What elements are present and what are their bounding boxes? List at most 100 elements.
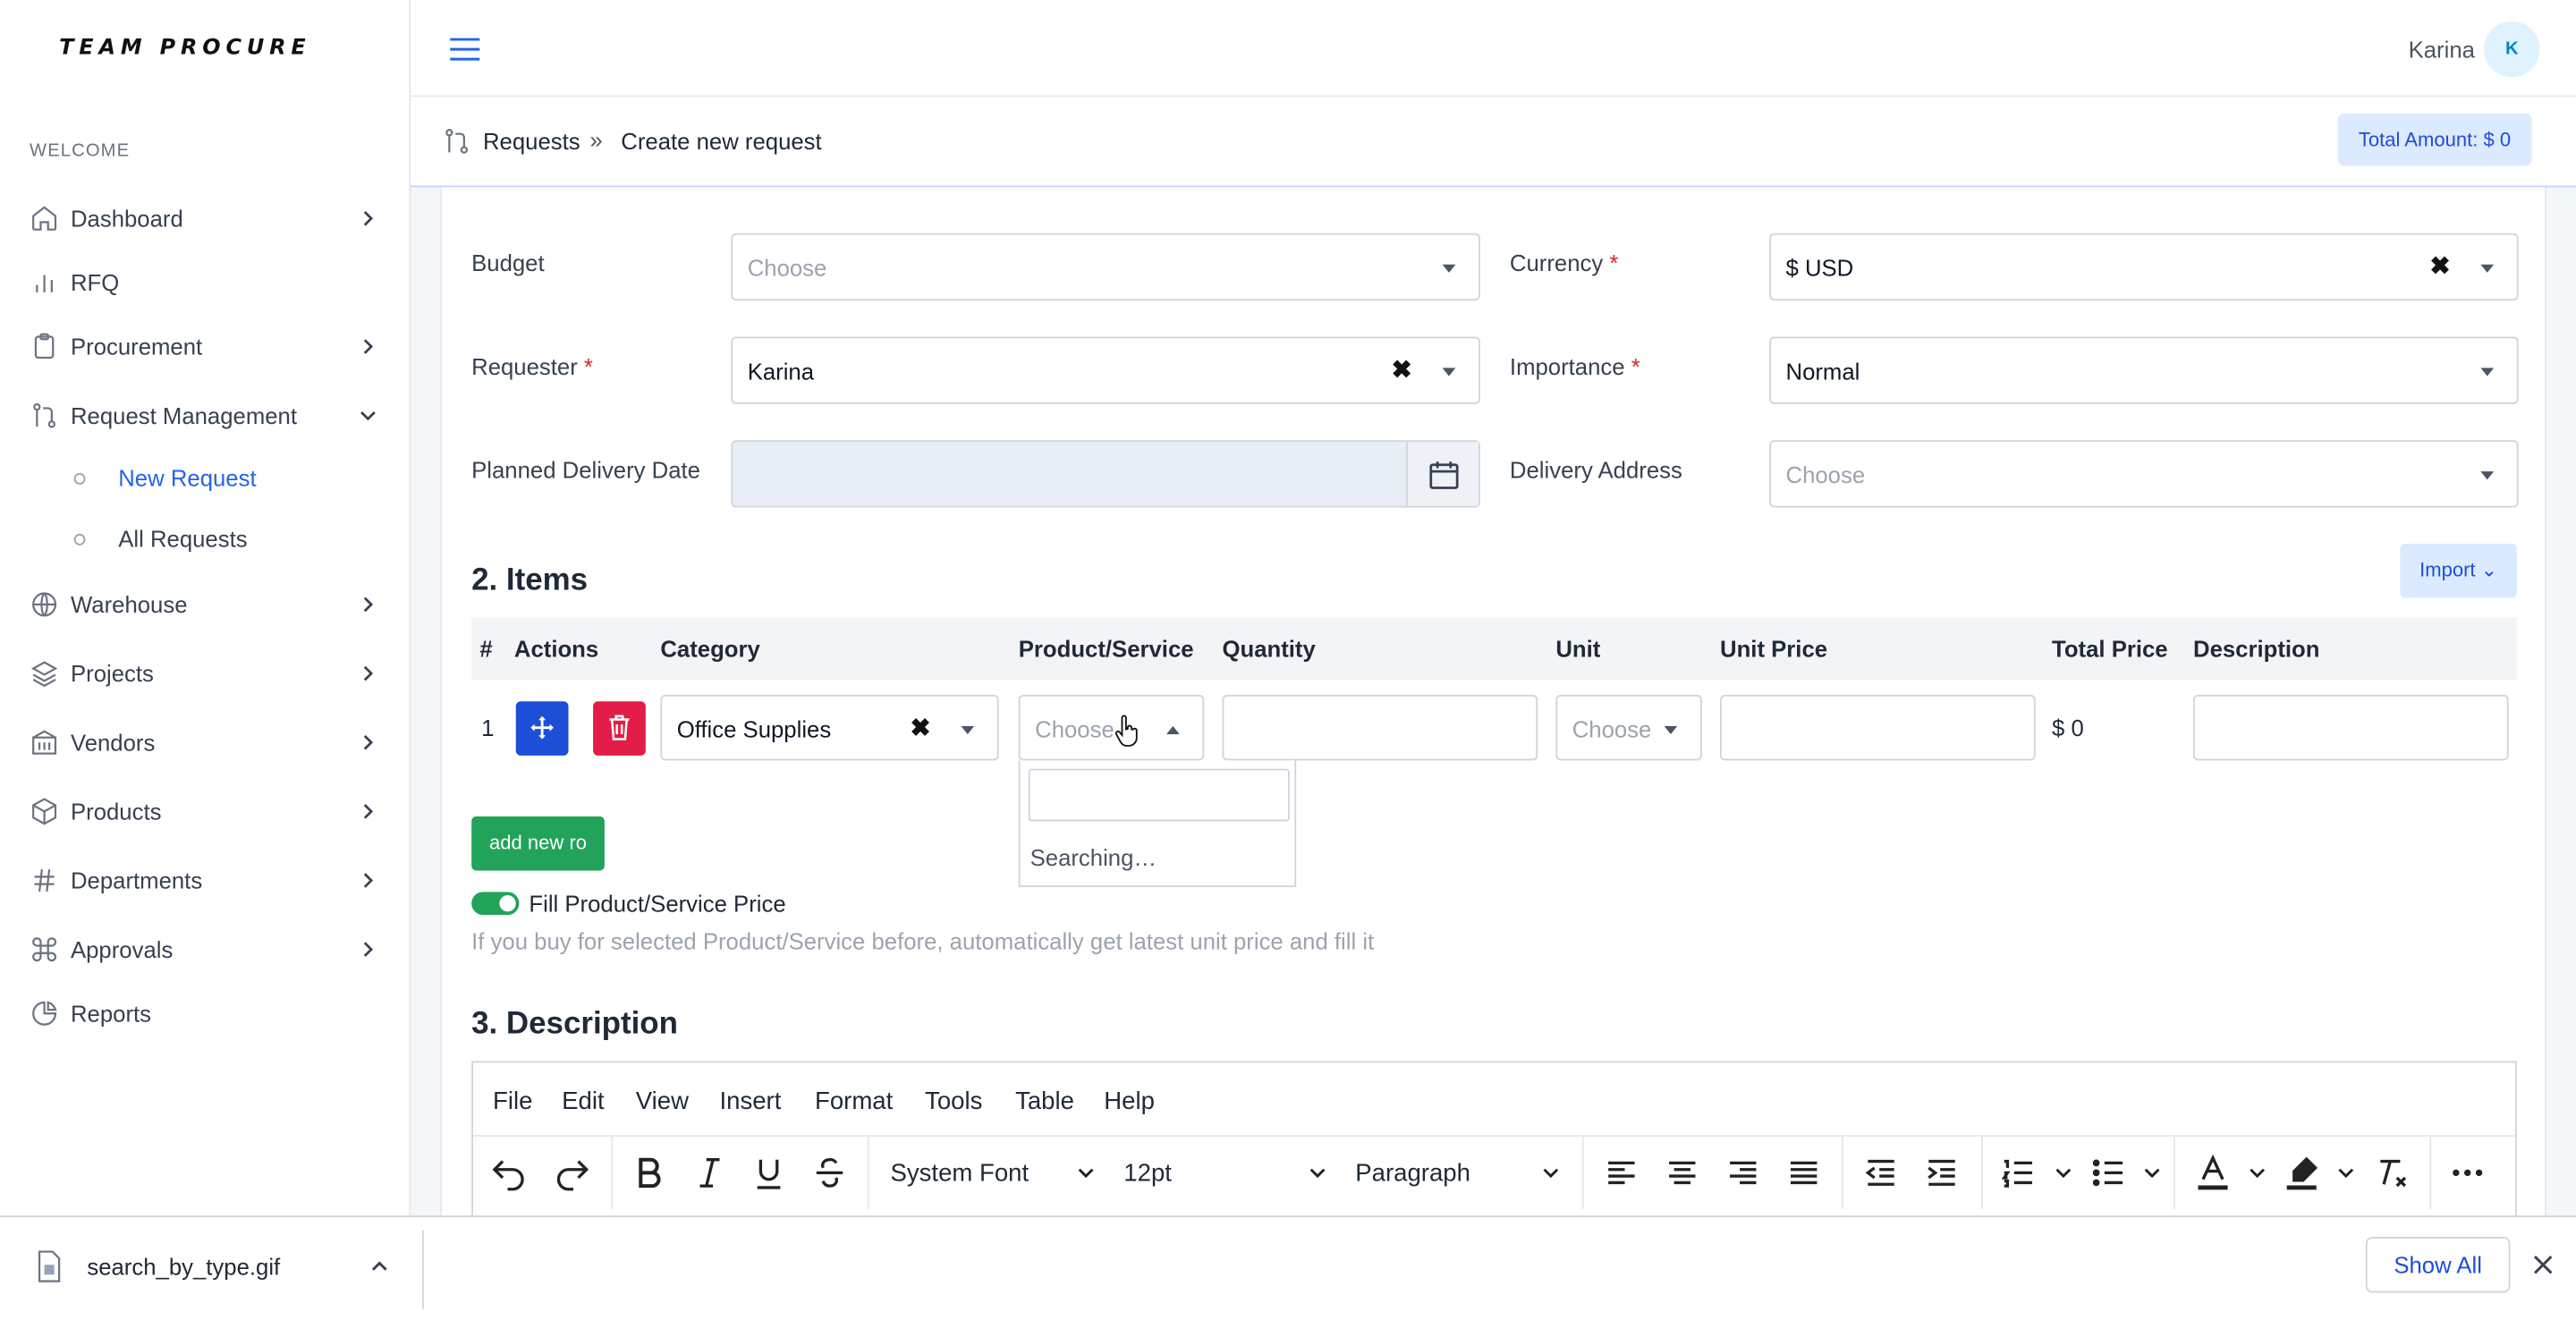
editor-toolbar: System Font 12pt Paragraph — [472, 1135, 2515, 1209]
sidebar-subitem-all-requests[interactable]: All Requests — [0, 520, 411, 560]
bullet-list-icon[interactable] — [2088, 1153, 2127, 1192]
font-family-select[interactable]: System Font — [890, 1160, 1029, 1188]
sidebar-item-dashboard[interactable]: Dashboard — [0, 194, 411, 243]
budget-label: Budget — [471, 250, 545, 276]
delivery-address-select[interactable]: Choose — [1769, 440, 2519, 508]
text-color-icon[interactable] — [2193, 1153, 2233, 1192]
unit-select[interactable]: Choose — [1555, 694, 1702, 761]
caret-down-icon — [961, 725, 975, 735]
budget-select[interactable]: Choose — [731, 233, 1480, 301]
clear-icon[interactable]: ✖ — [1392, 355, 1412, 385]
avatar[interactable]: K — [2484, 21, 2540, 78]
sidebar-item-label: Request Management — [70, 402, 298, 429]
breadcrumb-parent-link[interactable]: Requests — [483, 128, 580, 154]
caret-down-icon — [2480, 471, 2495, 480]
chevron-down-icon[interactable] — [2248, 1163, 2267, 1182]
clear-icon[interactable]: ✖ — [2429, 251, 2450, 281]
app-logo[interactable]: TEAM PROCURE — [59, 36, 310, 61]
menu-tools[interactable]: Tools — [925, 1087, 982, 1115]
product-search-input[interactable] — [1028, 768, 1290, 822]
sidebar-item-reports[interactable]: Reports — [0, 989, 411, 1038]
total-amount-badge[interactable]: Total Amount: $ 0 — [2337, 113, 2532, 166]
toolbar-divider — [1581, 1136, 1584, 1209]
sidebar-item-request-management[interactable]: Request Management — [0, 391, 411, 440]
importance-select[interactable]: Normal — [1769, 336, 2519, 404]
strikethrough-icon[interactable] — [809, 1153, 849, 1192]
sidebar-item-products[interactable]: Products — [0, 787, 411, 836]
unit-price-input[interactable] — [1720, 694, 2036, 761]
chevron-up-icon[interactable] — [369, 1257, 389, 1276]
column-header: Total Price — [2052, 635, 2168, 663]
font-size-select[interactable]: 12pt — [1123, 1160, 1172, 1188]
toolbar-divider — [2173, 1136, 2175, 1209]
sidebar-item-vendors[interactable]: Vendors — [0, 718, 411, 767]
sidebar-item-procurement[interactable]: Procurement — [0, 322, 411, 371]
import-button[interactable]: Import ⌄ — [2400, 543, 2517, 598]
calendar-button[interactable] — [1406, 442, 1479, 506]
menu-format[interactable]: Format — [815, 1087, 893, 1115]
importance-label: Importance * — [1509, 352, 1640, 380]
italic-icon[interactable] — [690, 1153, 729, 1192]
delivery-date-input[interactable] — [731, 440, 1480, 508]
category-select[interactable]: Office Supplies ✖ — [660, 694, 999, 761]
sidebar-subitem-new-request[interactable]: New Request — [0, 460, 411, 499]
home-icon — [32, 206, 57, 231]
menu-table[interactable]: Table — [1015, 1087, 1074, 1115]
items-section-title: 2. Items — [471, 563, 589, 598]
align-left-icon[interactable] — [1602, 1153, 1641, 1192]
outdent-icon[interactable] — [1861, 1153, 1901, 1192]
menu-view[interactable]: View — [636, 1087, 689, 1115]
menu-insert[interactable]: Insert — [719, 1087, 781, 1115]
requester-select[interactable]: Karina ✖ — [731, 336, 1480, 404]
caret-down-icon — [2480, 264, 2495, 273]
chevron-right-icon — [363, 339, 374, 354]
redo-icon[interactable] — [552, 1153, 591, 1192]
sidebar-item-projects[interactable]: Projects — [0, 648, 411, 698]
user-name[interactable]: Karina — [2409, 36, 2475, 62]
sidebar-item-rfq[interactable]: RFQ — [0, 258, 411, 307]
add-row-button[interactable]: add new ro — [471, 816, 605, 871]
delete-row-button[interactable] — [593, 701, 646, 756]
show-all-button[interactable]: Show All — [2365, 1237, 2511, 1293]
sidebar-item-approvals[interactable]: Approvals — [0, 925, 411, 974]
sidebar-item-warehouse[interactable]: Warehouse — [0, 580, 411, 629]
undo-icon[interactable] — [489, 1153, 529, 1192]
clear-formatting-icon[interactable] — [2372, 1153, 2411, 1192]
quantity-input[interactable] — [1222, 694, 1538, 761]
breadcrumb-current: Create new request — [621, 128, 822, 155]
bold-icon[interactable] — [629, 1153, 668, 1192]
chevron-down-icon[interactable] — [2142, 1163, 2162, 1182]
menu-edit[interactable]: Edit — [562, 1087, 604, 1115]
align-right-icon[interactable] — [1724, 1153, 1763, 1192]
align-center-icon[interactable] — [1663, 1153, 1702, 1192]
clear-icon[interactable]: ✖ — [911, 713, 931, 742]
trash-icon — [609, 715, 630, 740]
chevron-down-icon[interactable] — [2054, 1163, 2073, 1182]
close-icon[interactable] — [2531, 1253, 2555, 1276]
product-select[interactable]: Choose — [1018, 694, 1205, 761]
downloads-bar: search_by_type.gif Show All — [0, 1215, 2576, 1320]
fill-price-toggle[interactable] — [471, 892, 520, 916]
download-filename[interactable]: search_by_type.gif — [87, 1253, 280, 1279]
menu-file[interactable]: File — [493, 1087, 532, 1115]
menu-icon[interactable] — [448, 35, 481, 64]
move-row-button[interactable] — [515, 701, 569, 756]
bullet-icon — [73, 472, 86, 485]
chevron-right-icon — [363, 873, 374, 888]
highlight-icon[interactable] — [2282, 1153, 2321, 1192]
requester-value: Karina — [747, 358, 815, 385]
indent-icon[interactable] — [1922, 1153, 1962, 1192]
description-input[interactable] — [2192, 694, 2509, 761]
currency-select[interactable]: $ USD ✖ — [1769, 233, 2519, 301]
chevron-down-icon[interactable] — [2336, 1163, 2356, 1182]
menu-help[interactable]: Help — [1104, 1087, 1155, 1115]
more-icon[interactable] — [2448, 1153, 2487, 1192]
layers-icon — [30, 661, 58, 688]
align-justify-icon[interactable] — [1784, 1153, 1824, 1192]
editor-menubar: File Edit View Insert Format Tools Table… — [473, 1062, 2515, 1135]
underline-icon[interactable] — [750, 1153, 789, 1192]
sidebar-item-departments[interactable]: Departments — [0, 856, 411, 905]
sidebar-item-label: Reports — [70, 1000, 152, 1027]
block-format-select[interactable]: Paragraph — [1355, 1160, 1470, 1188]
numbered-list-icon[interactable] — [1997, 1153, 2037, 1192]
